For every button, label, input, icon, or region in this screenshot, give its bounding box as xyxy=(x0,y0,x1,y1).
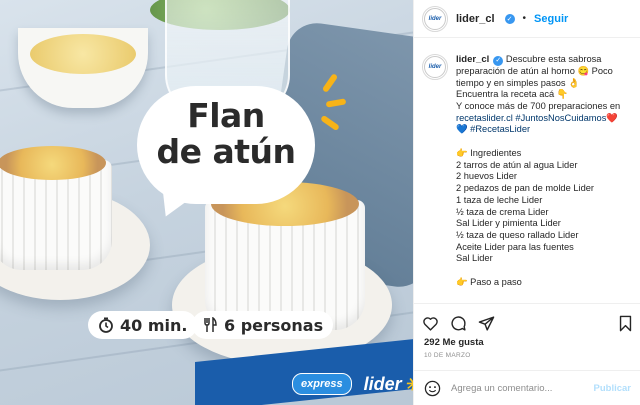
caption-hashtag-line[interactable]: 💙 #RecetasLider xyxy=(456,124,620,136)
recipe-title-line1: Flan xyxy=(187,96,265,135)
caption-line: Encuentra la receta acá 👇 xyxy=(456,89,569,100)
caption-line: preparación de atún al horno 😋 Poco xyxy=(456,65,613,76)
time-label: 40 min. xyxy=(120,315,188,335)
express-logo: express xyxy=(292,373,352,395)
follow-button[interactable]: Seguir xyxy=(534,13,568,25)
post-header: lider lider_cl ✓ • Seguir xyxy=(414,0,640,38)
ingredient-item: Sal Lider y pimienta Lider xyxy=(456,218,561,229)
ingredient-item: 2 huevos Lider xyxy=(456,171,517,182)
ingredient-item: Aceite Lider para las fuentes xyxy=(456,241,574,252)
ingredients-title: 👉 Ingredientes xyxy=(456,148,522,159)
header-username[interactable]: lider_cl xyxy=(456,13,495,25)
lider-logo: lider ✳ xyxy=(364,374,413,395)
caption-line: tiempo y en simples pasos 👌 xyxy=(456,77,580,88)
caption-text: lider_cl ✓ Descubre esta sabrosa preparac… xyxy=(456,54,620,303)
ingredient-item: Sal Lider xyxy=(456,253,493,264)
post-panel: lider lider_cl ✓ • Seguir lider lider_cl… xyxy=(413,0,640,405)
steps-title: 👉 Paso a paso xyxy=(456,277,522,288)
share-icon[interactable] xyxy=(478,315,495,332)
ingredient-item: 1 taza de leche Lider xyxy=(456,194,543,205)
bookmark-icon[interactable] xyxy=(617,315,634,332)
servings-label: 6 personas xyxy=(224,315,324,335)
caption-line: Y conoce más de 700 preparaciones en xyxy=(456,100,621,111)
post-caption: lider lider_cl ✓ Descubre esta sabrosa pr… xyxy=(414,46,640,304)
servings-badge: 6 personas xyxy=(192,311,334,339)
timer-icon xyxy=(99,317,113,333)
emoji-icon[interactable] xyxy=(424,380,441,397)
caption-line: Descubre esta sabrosa xyxy=(505,54,602,64)
heart-icon[interactable] xyxy=(422,315,439,332)
action-bar xyxy=(422,313,634,333)
publish-button[interactable]: Publicar xyxy=(594,383,632,394)
caption-username[interactable]: lider_cl xyxy=(456,54,489,65)
post-image[interactable]: Flan de atún 40 min. 6 personas express … xyxy=(0,0,413,405)
avatar[interactable]: lider xyxy=(422,5,448,32)
post-date[interactable]: 10 DE MARZO xyxy=(424,352,471,359)
verified-badge-icon: ✓ xyxy=(504,13,515,24)
cheese-bowl xyxy=(18,28,148,108)
comment-input[interactable]: Agrega un comentario... xyxy=(451,383,584,394)
ingredient-item: 2 pedazos de pan de molde Lider xyxy=(456,183,595,194)
lider-logo-text: lider xyxy=(363,373,402,394)
walmart-spark-icon: ✳ xyxy=(405,374,413,395)
comment-icon[interactable] xyxy=(450,315,467,332)
ingredient-item: ½ taza de queso rallado Lider xyxy=(456,229,579,240)
brand-logos: express lider ✳ xyxy=(292,373,413,395)
time-badge: 40 min. xyxy=(88,311,198,339)
ramekin-left xyxy=(0,146,112,270)
header-separator: • xyxy=(522,13,527,24)
ingredient-item: 2 tarros de atún al agua Lider xyxy=(456,159,578,170)
recipe-title-bubble: Flan de atún xyxy=(137,86,315,204)
caption-avatar[interactable]: lider xyxy=(422,54,448,80)
recipe-title-line2: de atún xyxy=(156,132,296,171)
ingredient-item: ½ taza de crema Lider xyxy=(456,206,549,217)
comment-bar: Agrega un comentario... Publicar xyxy=(414,370,640,405)
cutlery-icon xyxy=(204,317,217,332)
caption-hashtag-line[interactable]: recetaslider.cl #JuntosNosCuidamos❤️ xyxy=(456,113,620,125)
likes-count[interactable]: 292 Me gusta xyxy=(424,337,484,348)
verified-badge-icon: ✓ xyxy=(493,55,504,66)
